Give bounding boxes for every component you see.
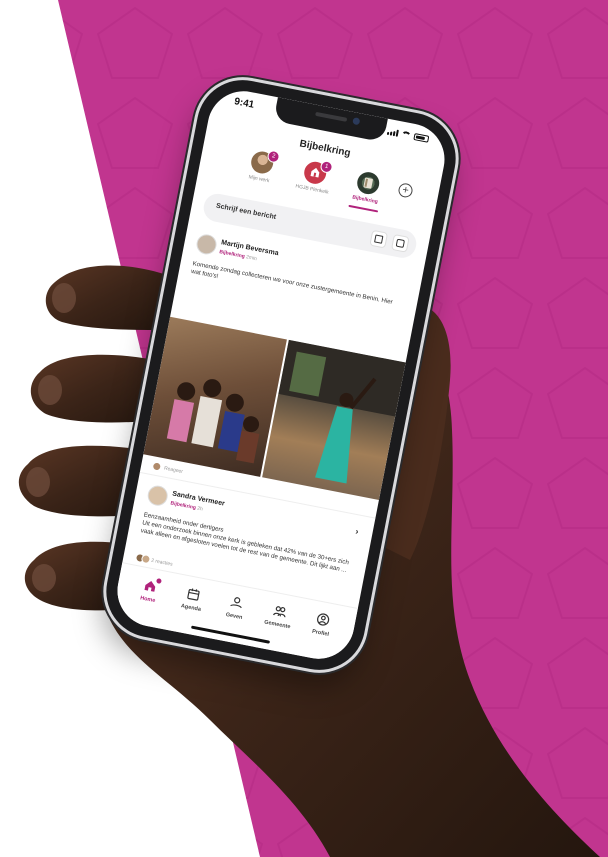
giving-hand-icon	[229, 595, 245, 611]
group-label: Mijn werk	[248, 174, 270, 185]
post-photo[interactable]	[143, 316, 287, 477]
notification-badge: 2	[266, 149, 281, 164]
calendar-icon	[185, 586, 201, 602]
reply-button[interactable]: Reageer	[152, 462, 184, 475]
group-label: Bijbelkring	[351, 194, 379, 206]
status-time: 9:41	[233, 96, 256, 111]
reaction-avatars	[134, 552, 152, 565]
signal-icon	[386, 128, 399, 137]
tab-profiel[interactable]: Profiel	[299, 609, 341, 662]
document-icon[interactable]	[369, 229, 389, 249]
battery-icon	[413, 133, 430, 143]
promo-scene: 9:41 Bijbelkring 2 Mijn werk 1 HGJB Plen…	[0, 0, 608, 857]
avatar: 2	[249, 149, 281, 176]
avatar[interactable]	[145, 483, 170, 508]
church-logo-icon: 1	[302, 159, 334, 186]
reactions-count: 2 reacties	[150, 557, 174, 568]
wifi-icon	[400, 130, 412, 140]
post-text: Komende zondag collecteren we voor onze …	[190, 260, 394, 306]
tab-gemeente[interactable]: Gemeente	[256, 601, 298, 654]
tab-home[interactable]: Home	[126, 576, 168, 629]
community-icon	[272, 603, 288, 619]
group-item-hgjb[interactable]: 1 HGJB Plenkelk	[289, 158, 340, 197]
profile-icon	[315, 611, 331, 627]
reply-label: Reageer	[163, 464, 184, 475]
home-icon	[142, 578, 162, 594]
plus-circle-icon[interactable]: +	[397, 182, 414, 199]
image-icon[interactable]	[390, 233, 410, 253]
bible-book-icon	[355, 170, 382, 197]
group-item-bijbelkring[interactable]: Bijbelkring	[342, 168, 393, 207]
compose-placeholder: Schrijf een bericht	[215, 202, 277, 222]
group-item-mijn-werk[interactable]: 2 Mijn werk	[236, 147, 287, 186]
avatar[interactable]	[194, 232, 219, 257]
status-icons	[386, 128, 430, 143]
avatar	[152, 462, 161, 471]
chevron-right-icon[interactable]: ›	[355, 526, 360, 536]
